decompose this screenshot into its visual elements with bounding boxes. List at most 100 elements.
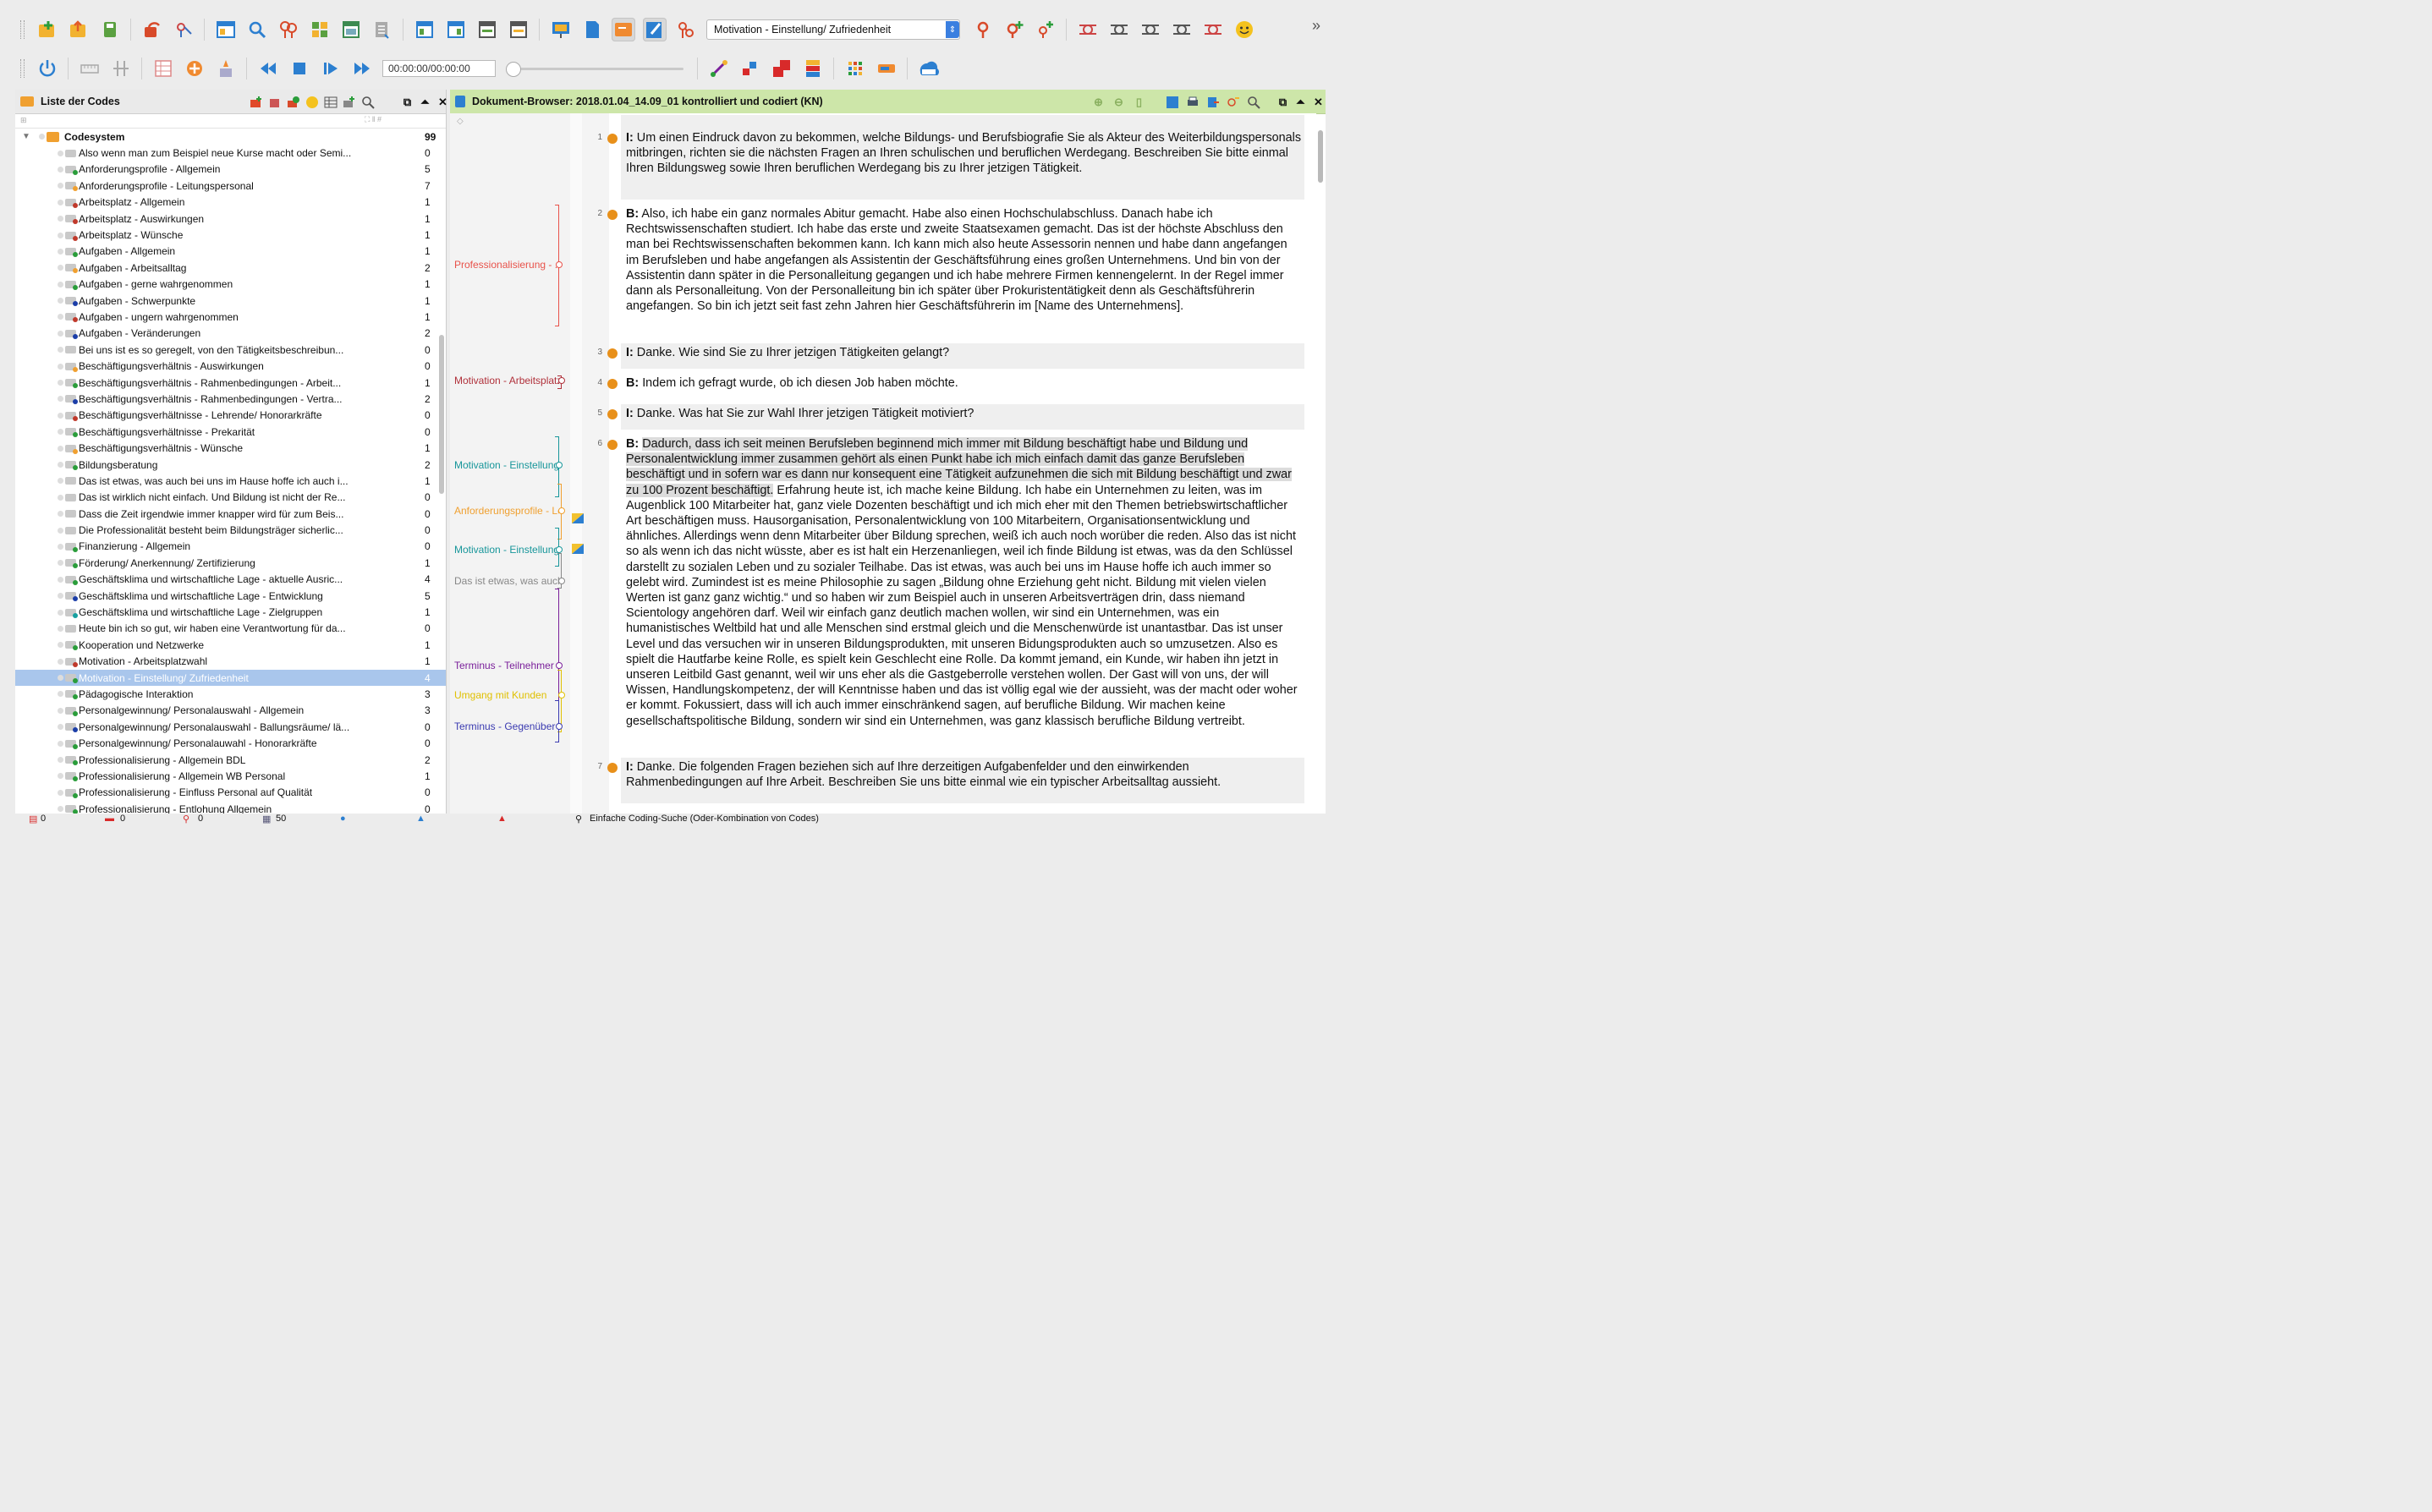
code-item[interactable]: Heute bin ich so gut, wir haben eine Ver… [15, 621, 446, 637]
code-item[interactable]: Beschäftigungsverhältnis - Rahmenbedingu… [15, 375, 446, 391]
document-scrollbar[interactable] [1317, 130, 1324, 807]
activation-dot-icon[interactable] [58, 806, 63, 813]
activation-dot-icon[interactable] [58, 757, 63, 764]
activation-dot-icon[interactable] [58, 314, 63, 320]
code-item[interactable]: Aufgaben - ungern wahrgenommen 1 [15, 309, 446, 325]
edit-mode-icon[interactable] [642, 18, 667, 41]
activation-dot-icon[interactable] [58, 298, 63, 304]
in-vivo-code-icon[interactable] [1034, 18, 1057, 41]
paragraph[interactable]: 5 I: Danke. Was hat Sie zur Wahl Ihrer je… [597, 406, 1303, 421]
margin-code-label[interactable]: Motivation - Einstellung/ Zufriedenheit [454, 459, 559, 471]
collapse-icon[interactable]: ⏶ [1293, 95, 1308, 109]
code-stripe-anchor[interactable] [556, 723, 563, 730]
activate-code-icon[interactable] [286, 95, 300, 109]
code-favorite-4-icon[interactable] [1170, 18, 1194, 41]
code-list-scrollbar[interactable] [438, 127, 445, 812]
toolbar-grip[interactable] [20, 20, 25, 39]
activation-dot-icon[interactable] [58, 183, 63, 189]
retrieved-segments-icon[interactable] [507, 18, 530, 41]
export-icon[interactable] [1205, 95, 1220, 109]
presentation-icon[interactable] [549, 18, 573, 41]
save-project-icon[interactable] [98, 18, 122, 41]
undock-icon[interactable]: ⧉ [400, 95, 414, 109]
search-icon[interactable] [1246, 95, 1260, 109]
code-item[interactable]: Beschäftigungsverhältnisse - Prekarität 0 [15, 424, 446, 440]
code-item[interactable]: Kooperation und Netzwerke 1 [15, 637, 446, 653]
memo-flag-icon[interactable] [572, 543, 584, 554]
activation-dot-icon[interactable] [58, 560, 63, 567]
activation-dot-icon[interactable] [58, 199, 63, 205]
timestamp-icon[interactable] [607, 210, 618, 220]
activation-dot-icon[interactable] [58, 707, 63, 714]
activation-dot-icon[interactable] [58, 642, 63, 649]
code-search-icon[interactable] [277, 18, 300, 41]
activation-dot-icon[interactable] [58, 248, 63, 255]
timestamp-icon[interactable] [607, 348, 618, 359]
emoticon-code-icon[interactable] [1232, 18, 1256, 41]
code-item[interactable]: Anforderungsprofile - Leitungspersonal 7 [15, 178, 446, 194]
code-item[interactable]: Aufgaben - gerne wahrgenommen 1 [15, 277, 446, 293]
table-icon[interactable] [323, 95, 338, 109]
activation-dot-icon[interactable] [58, 658, 63, 665]
new-code-icon[interactable] [249, 95, 263, 109]
timestamp-icon[interactable] [607, 134, 618, 144]
teamwork-icon[interactable] [172, 18, 195, 41]
rewind-icon[interactable] [256, 57, 280, 80]
toolbar-overflow-button[interactable]: » [1312, 17, 1320, 35]
collapse-icon[interactable]: ⏶ [418, 95, 432, 109]
code-item[interactable]: Pädagogische Interaktion 3 [15, 686, 446, 702]
activation-dot-icon[interactable] [58, 576, 63, 583]
paragraph[interactable]: 3 I: Danke. Wie sind Sie zu Ihrer jetzige… [597, 345, 1303, 360]
activation-dot-icon[interactable] [58, 347, 63, 353]
tag-icon[interactable] [875, 57, 898, 80]
split-icon[interactable] [109, 57, 133, 80]
activation-dot-icon[interactable] [58, 412, 63, 419]
activation-dot-icon[interactable] [58, 396, 63, 403]
activation-dot-icon[interactable] [58, 691, 63, 698]
code-item[interactable]: Aufgaben - Arbeitsalltag 2 [15, 260, 446, 276]
stop-icon[interactable] [288, 57, 311, 80]
code-item[interactable]: Personalgewinnung/ Personalauswahl - All… [15, 703, 446, 719]
emoticon-icon[interactable] [305, 95, 319, 109]
add-item-icon[interactable] [342, 95, 356, 109]
code-item[interactable]: Aufgaben - Allgemein 1 [15, 244, 446, 260]
activation-dot-icon[interactable] [58, 789, 63, 796]
overview-icon[interactable] [214, 18, 238, 41]
media-time-field[interactable]: 00:00:00/00:00:00 [382, 60, 496, 77]
code-item[interactable]: Geschäftsklima und wirtschaftliche Lage … [15, 572, 446, 588]
spellcheck-icon[interactable] [917, 57, 941, 80]
activation-dot-icon[interactable] [58, 494, 63, 501]
margin-code-label[interactable]: Terminus - Teilnehmer [454, 660, 559, 671]
code-favorite-1-icon[interactable] [1076, 18, 1100, 41]
code-item[interactable]: Geschäftsklima und wirtschaftliche Lage … [15, 588, 446, 604]
power-icon[interactable] [36, 57, 59, 80]
timestamp-icon[interactable] [607, 379, 618, 389]
timestamp-icon[interactable] [607, 763, 618, 773]
code-item[interactable]: Bildungsberatung 2 [15, 457, 446, 473]
code-stripe-anchor[interactable] [556, 662, 563, 669]
code-item[interactable]: Aufgaben - Schwerpunkte 1 [15, 293, 446, 309]
code-stripe-anchor[interactable] [556, 546, 563, 553]
paragraph[interactable]: 2 B: Also, ich habe ein ganz normales Abi… [597, 206, 1303, 314]
code-item[interactable]: Arbeitsplatz - Wünsche 1 [15, 227, 446, 243]
code-sets-icon[interactable] [267, 95, 282, 109]
add-variable-icon[interactable] [183, 57, 206, 80]
margin-code-label[interactable]: Anforderungsprofile - Leitungspersonal [454, 505, 559, 517]
paragraph[interactable]: 4 B: Indem ich gefragt wurde, ob ich dies… [597, 375, 1303, 391]
activation-dot-icon[interactable] [58, 330, 63, 337]
code-item[interactable]: Professionalisierung - Einfluss Personal… [15, 785, 446, 801]
code-relations-icon[interactable] [674, 18, 698, 41]
import-icon[interactable] [140, 18, 164, 41]
undock-icon[interactable]: ⧉ [1276, 95, 1290, 109]
code-item[interactable]: Personalgewinnung/ Personalauwahl - Hono… [15, 735, 446, 751]
fast-forward-icon[interactable] [350, 57, 374, 80]
activation-dot-icon[interactable] [58, 511, 63, 518]
code-item[interactable]: Beschäftigungsverhältnis - Rahmenbedingu… [15, 391, 446, 407]
paragraph[interactable]: 6 B: Dadurch, dass ich seit meinen Berufs… [597, 436, 1303, 729]
zoom-out-icon[interactable]: ⊖ [1112, 95, 1126, 109]
document-icon[interactable] [580, 18, 604, 41]
code-stripe-anchor[interactable] [558, 692, 565, 698]
color-code-icon[interactable] [738, 57, 762, 80]
ruler-icon[interactable] [78, 57, 102, 80]
new-code-icon[interactable] [1002, 18, 1026, 41]
